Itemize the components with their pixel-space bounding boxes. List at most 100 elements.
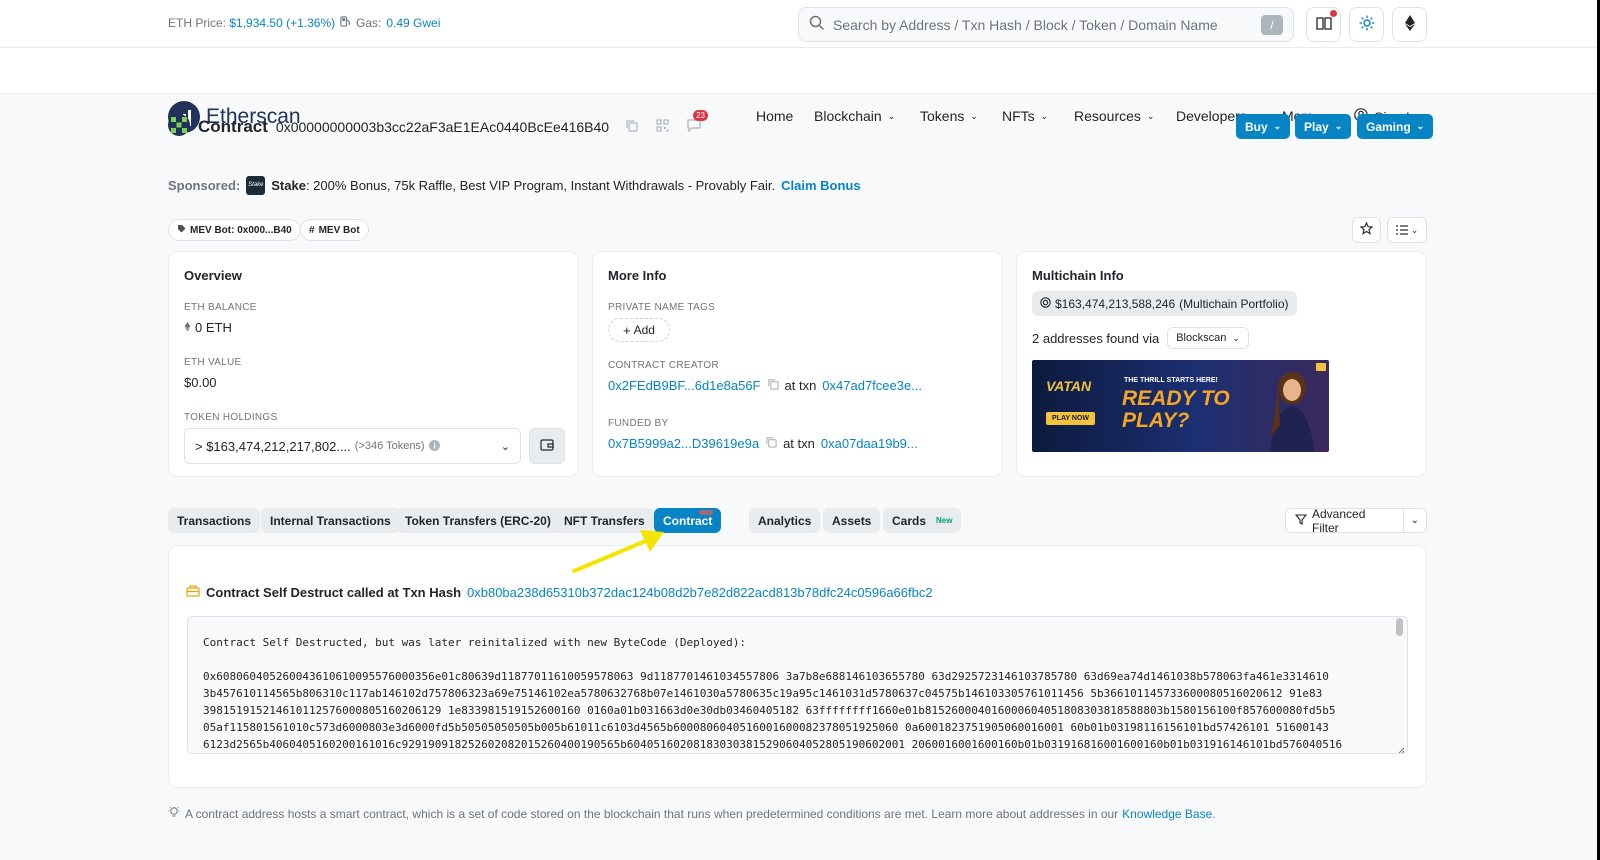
multichain-card: Multichain Info $163,474,213,588,246 (Mu… [1016,251,1427,477]
sponsored-description: : 200% Bonus, 75k Raffle, Best VIP Progr… [305,178,776,193]
addresses-found-text: 2 addresses found via [1032,330,1160,346]
ethereum-icon [1404,15,1416,34]
comments-button[interactable]: 23 [687,109,708,135]
footer-end: . [1212,806,1216,821]
self-destruct-txn-link[interactable]: 0xb80ba238d65310b372dac124b08d2b7e82d822… [467,585,933,600]
search-placeholder: Search by Address / Txn Hash / Block / T… [833,16,1218,33]
advanced-filter-button[interactable]: Advanced Filter ⌄ [1285,506,1427,535]
nav-item-blockchain[interactable]: Blockchain ⌄ [814,108,895,124]
nav-item-tokens[interactable]: Tokens ⌄ [920,108,978,124]
blockscan-dropdown[interactable]: Blockscan ⌄ [1167,327,1249,349]
copy-icon[interactable] [765,436,777,451]
multichain-portfolio-button[interactable]: $163,474,213,588,246 (Multichain Portfol… [1032,291,1297,316]
contract-header: Contract 0x00000000003b3cc22aF3aE1EAc044… [168,109,708,139]
eth-balance-value: 0 ETH [195,320,232,335]
textarea-scrollbar[interactable] [1396,618,1403,636]
funded-by-label: FUNDED BY [608,418,669,429]
list-options-button[interactable]: ⌄ [1387,217,1427,243]
ad-play-now-button[interactable]: PLAY NOW [1046,412,1095,425]
token-count: (>346 Tokens) [354,440,425,452]
advanced-filter-label: Advanced Filter [1312,506,1366,535]
creator-address-link[interactable]: 0x2FEdB9BF...6d1e8a56F [608,378,761,393]
search-input[interactable]: Search by Address / Txn Hash / Block / T… [798,7,1294,42]
chevron-down-icon: ⌄ [1232,332,1240,343]
sun-icon [1359,15,1375,34]
ethereum-icon [184,320,191,335]
bytecode-line: 05af115801561010c573d6000803e3d6000fd5b5… [203,721,1329,734]
ad-banner[interactable]: VATAN PLAY NOW THE THRILL STARTS HERE! R… [1032,360,1329,452]
copy-icon[interactable] [625,119,638,135]
gas-pump-icon [340,16,351,30]
warning-dot-icon [699,510,714,515]
tab-label: Internal Transactions [270,513,391,528]
warning-icon [186,584,200,600]
add-label: Add [633,323,655,337]
tab-cards[interactable]: Cards New [883,508,962,533]
contract-address: 0x00000000003b3cc22aF3aE1EAc0440BcEe416B… [275,118,610,135]
buy-button[interactable]: Buy ⌄ [1236,114,1291,139]
eth-balance: 0 ETH [184,320,232,335]
more-info-card: More Info PRIVATE NAME TAGS + Add CONTRA… [592,251,1003,477]
eth-price-label: ETH Price: [168,16,227,30]
creator-txn-link[interactable]: 0x47ad7fcee3e... [822,378,922,393]
copy-icon[interactable] [767,378,779,393]
gas-price: Gas: 0.49 Gwei [340,16,440,30]
add-private-tag-button[interactable]: + Add [608,318,670,342]
token-holdings-dropdown[interactable]: > $163,474,212,217,802.... (>346 Tokens)… [184,428,521,464]
gas-label: Gas: [356,16,382,30]
nav-item-home[interactable]: Home [756,108,793,124]
tab-analytics[interactable]: Analytics [749,508,821,533]
token-holdings-value: > $163,474,212,217,802.... [195,438,351,454]
advanced-filter-main[interactable]: Advanced Filter [1286,506,1404,535]
ad-character-image [1260,366,1320,452]
eth-value-value: $0.00 [184,375,217,390]
chevron-down-icon[interactable]: ⌄ [1404,515,1426,526]
name-tag-chip[interactable]: MEV Bot: 0x000...B40 [168,219,301,241]
play-button[interactable]: Play ⌄ [1295,114,1352,139]
tab-assets[interactable]: Assets [823,508,881,533]
funded-address-link[interactable]: 0x7B5999a2...D39619e9a [608,436,759,451]
addresses-found-row: 2 addresses found via Blockscan ⌄ [1032,327,1249,349]
self-destruct-text: Contract Self Destruct called at Txn Has… [206,584,462,600]
chevron-down-icon: ⌄ [1410,224,1419,235]
more-info-title: More Info [608,268,667,283]
theme-toggle-button[interactable] [1349,7,1384,42]
nav-item-resources[interactable]: Resources ⌄ [1074,108,1154,124]
gaming-button[interactable]: Gaming ⌄ [1357,114,1434,139]
claim-bonus-link[interactable]: Claim Bonus [781,178,860,193]
contract-avatar-icon [168,114,190,139]
portfolio-suffix: (Multichain Portfolio) [1179,296,1289,311]
notification-button[interactable] [1306,7,1341,42]
funded-txn-link[interactable]: 0xa07daa19b9... [821,436,918,451]
bytecode-line: 6123d2565b4060405160200161016c9291909182… [203,738,1343,751]
creator-at-txn-label: at txn [784,378,817,393]
hash-icon: # [309,224,315,236]
bytecode-textarea[interactable]: Contract Self Destructed, but was later … [187,616,1408,754]
chevron-down-icon: ⌄ [1146,110,1155,121]
nav-item-nfts[interactable]: NFTs ⌄ [1002,108,1048,124]
chevron-down-icon: ⌄ [1040,110,1049,121]
contract-creator-row: 0x2FEdB9BF...6d1e8a56F at txn 0x47ad7fce… [608,378,922,393]
annotation-arrow [570,526,680,576]
qr-code-icon[interactable] [656,118,669,135]
main-navbar: Etherscan Home Blockchain ⌄ Tokens ⌄ NFTs ⌄… [0,48,1600,133]
knowledge-base-link[interactable]: Knowledge Base [1122,807,1212,821]
tab-token-transfers[interactable]: Token Transfers (ERC-20) [396,508,560,533]
tab-label: Cards [892,513,927,528]
search-shortcut-key: / [1261,14,1283,35]
gas-value[interactable]: 0.49 Gwei [386,16,440,30]
eth-price-value[interactable]: $1,934.50 (+1.36%) [229,16,335,30]
wallet-button[interactable] [529,428,565,464]
label-chip[interactable]: # MEV Bot [300,219,369,241]
favorite-button[interactable] [1352,217,1381,243]
network-button[interactable] [1392,7,1427,42]
plus-icon: + [623,322,631,338]
tab-transactions[interactable]: Transactions [168,508,261,533]
buy-label: Buy [1245,119,1268,134]
tab-internal-transactions[interactable]: Internal Transactions [261,508,400,533]
bytecode-header: Contract Self Destructed, but was later … [203,636,747,649]
self-destruct-notice: Contract Self Destruct called at Txn Has… [186,584,933,600]
ad-close-icon[interactable] [1316,363,1326,371]
resize-handle-icon[interactable] [1398,744,1405,753]
multichain-title: Multichain Info [1032,268,1124,283]
